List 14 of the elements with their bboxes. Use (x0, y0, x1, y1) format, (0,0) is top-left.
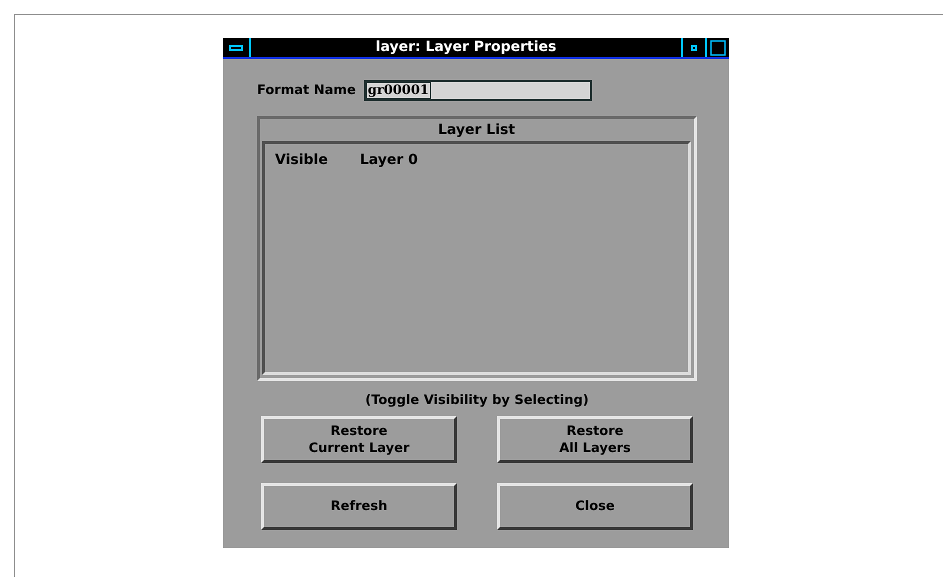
dialog-button[interactable]: Close (497, 483, 693, 530)
field-label: Format Name (257, 83, 356, 98)
window-menu-icon[interactable] (229, 44, 243, 50)
panel-title: Layer List (436, 121, 516, 140)
layer-name[interactable]: Layer 0 (360, 152, 418, 168)
maximize-icon[interactable] (710, 40, 726, 56)
hint-text: (Toggle Visibility by Selecting) (364, 393, 590, 408)
window-title: layer: Layer Properties (374, 38, 558, 57)
dialog-button[interactable]: Restore All Layers (497, 416, 693, 463)
format-name-field[interactable]: gr00001 (364, 80, 592, 101)
minimize-icon[interactable] (691, 44, 697, 50)
dialog-button[interactable]: Restore Current Layer (261, 416, 457, 463)
visibility-status[interactable]: Visible (275, 152, 328, 168)
dialog-button[interactable]: Refresh (261, 483, 457, 530)
